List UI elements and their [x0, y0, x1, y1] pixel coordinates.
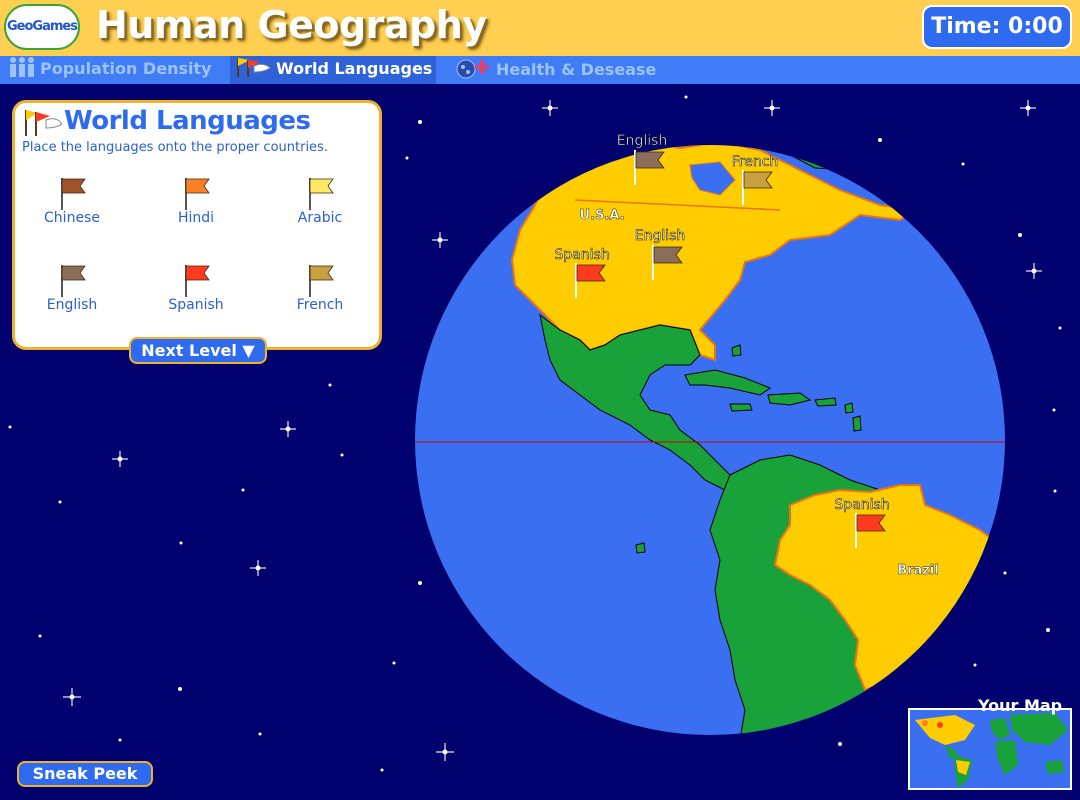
germ-icon — [454, 56, 492, 84]
placed-flag-label: English — [635, 228, 686, 244]
placed-flag-label: Spanish — [554, 247, 609, 263]
flag-label: French — [296, 297, 344, 313]
logo-text: GeoGames — [7, 19, 78, 34]
tab-world-languages[interactable]: World Languages — [230, 56, 437, 84]
next-level-button[interactable]: Next Level ▼ — [129, 337, 267, 364]
flags-icon — [234, 56, 272, 82]
flag-icon — [185, 265, 210, 297]
flag-label: Hindi — [177, 210, 215, 226]
flag-chinese[interactable]: Chinese — [17, 176, 127, 226]
flag-label: Spanish — [168, 297, 224, 313]
flag-label: Chinese — [44, 210, 100, 226]
flag-icon — [185, 178, 210, 210]
flag-french[interactable]: French — [265, 263, 375, 313]
people-icon — [8, 56, 36, 82]
placed-flag-label: French — [732, 154, 779, 170]
flag-icon — [309, 178, 334, 210]
flag-spanish[interactable]: Spanish — [141, 263, 251, 313]
panel-flags-icon — [22, 108, 63, 142]
sneak-peek-button[interactable]: Sneak Peek — [17, 761, 153, 787]
panel-instructions: Place the languages onto the proper coun… — [22, 140, 328, 155]
tab-label: Population Density — [40, 58, 212, 78]
geogames-logo[interactable]: GeoGames — [4, 4, 80, 50]
tab-population-density[interactable]: Population Density — [8, 56, 212, 84]
flag-english[interactable]: English — [17, 263, 127, 313]
page-title: Human Geography — [96, 3, 487, 47]
flag-icon — [309, 265, 334, 297]
flag-arabic[interactable]: Arabic — [265, 176, 375, 226]
placed-flag-label: English — [617, 133, 668, 149]
tab-label: World Languages — [276, 58, 433, 78]
your-map-minimap[interactable] — [908, 708, 1072, 790]
next-level-label: Next Level — [141, 341, 237, 360]
flag-label: Arabic — [297, 210, 343, 226]
flag-label: English — [46, 297, 98, 313]
tab-label: Health & Desease — [496, 59, 657, 79]
triangle-down-icon: ▼ — [242, 341, 255, 360]
timer-display: Time: 0:00 — [922, 5, 1072, 49]
panel-title: World Languages — [64, 106, 311, 136]
flag-hindi[interactable]: Hindi — [141, 176, 251, 226]
flag-icon — [61, 178, 86, 210]
tab-health-desease[interactable]: Health & Desease — [454, 56, 656, 84]
placed-flag-label: Spanish — [834, 497, 889, 513]
flag-icon — [61, 265, 86, 297]
